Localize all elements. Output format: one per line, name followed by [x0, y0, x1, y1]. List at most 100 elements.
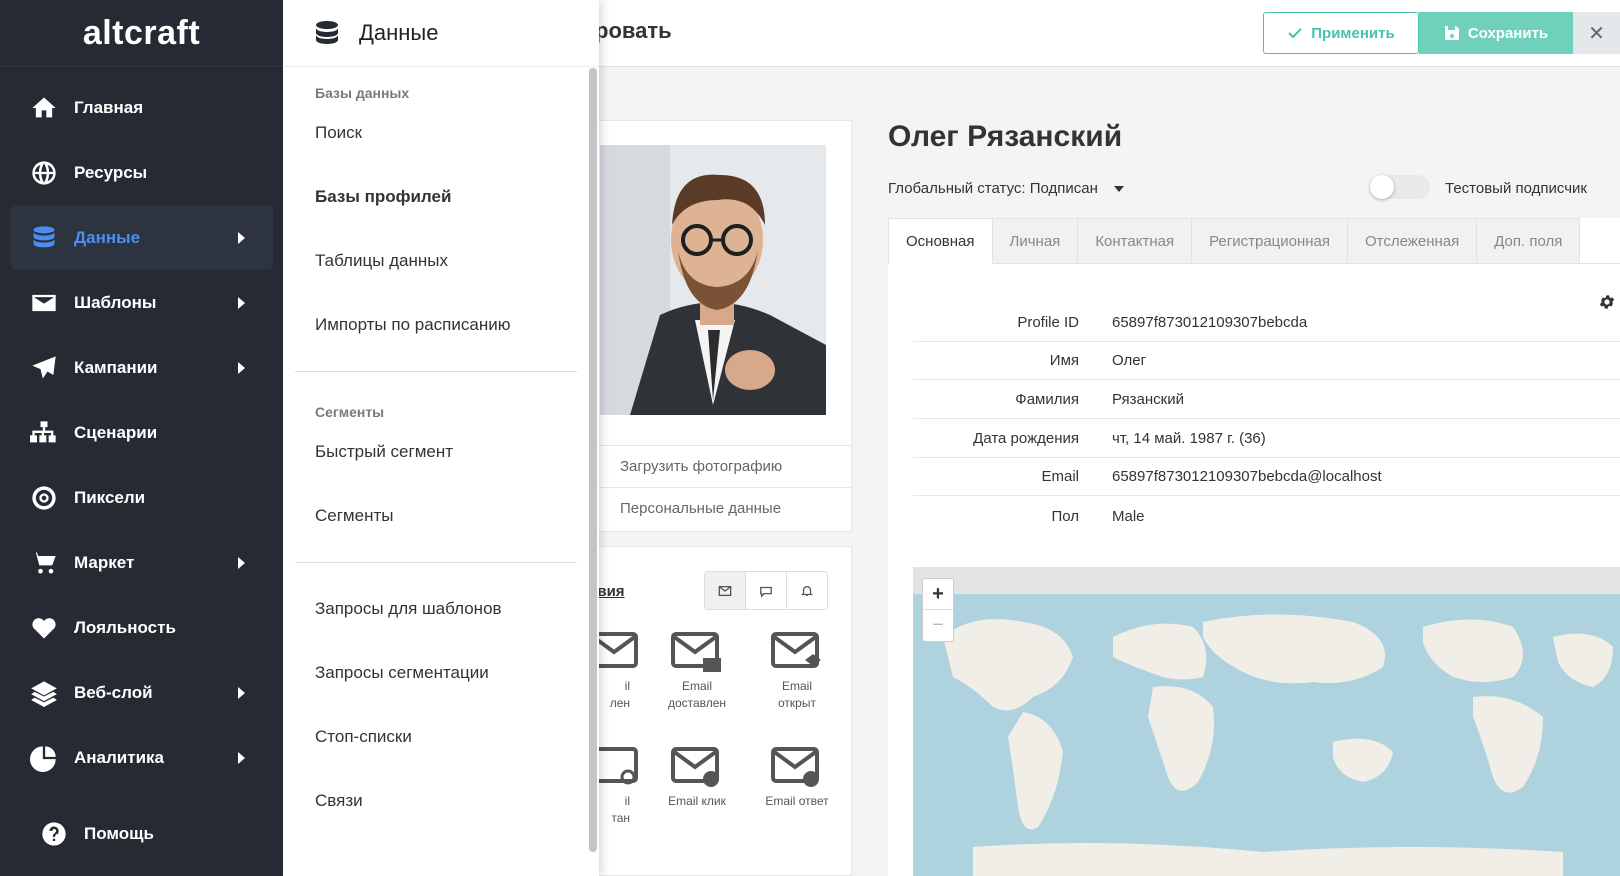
profile-name: Олег Рязанский	[888, 120, 1123, 153]
save-button-label: Сохранить	[1467, 24, 1549, 42]
field-value: чт, 14 май. 1987 г. (36)	[1112, 430, 1266, 447]
personal-data-button[interactable]: Персональные данные	[590, 487, 852, 529]
paper-plane-icon	[30, 354, 58, 382]
chat-bubble-icon	[760, 586, 772, 598]
map-zoom-out-button[interactable]: −	[923, 610, 953, 641]
field-value: Олег	[1112, 352, 1147, 369]
field-row: Profile ID 65897f873012109307bebcda	[913, 304, 1620, 342]
caret-down-icon	[1114, 186, 1125, 193]
sidebar-item-home[interactable]: Главная	[10, 75, 273, 140]
sidebar-item-help[interactable]: Помощь	[20, 801, 154, 866]
global-status-value: Подписан	[1029, 180, 1098, 197]
submenu-item-search[interactable]: Поиск	[283, 101, 599, 165]
event-email-click[interactable]: Email клик	[652, 745, 742, 810]
sidebar-item-analytics[interactable]: Аналитика	[10, 725, 273, 790]
submenu-item-segments[interactable]: Сегменты	[283, 484, 599, 548]
apply-button-label: Применить	[1311, 24, 1395, 42]
bell-icon	[801, 585, 813, 596]
field-key: Фамилия	[1015, 391, 1079, 408]
sidebar-item-market[interactable]: Маркет	[10, 530, 273, 595]
page-title: ровать	[595, 18, 672, 43]
sidebar-item-data[interactable]: Данные	[10, 205, 273, 270]
field-value: 65897f873012109307bebcda@localhost	[1112, 468, 1382, 485]
submenu-item-template-queries[interactable]: Запросы для шаблонов	[283, 577, 599, 641]
event-label-line1: Email	[681, 679, 712, 693]
sidebar-item-resources[interactable]: Ресурсы	[10, 140, 273, 205]
sidebar-item-web-layer[interactable]: Веб-слой	[10, 660, 273, 725]
sidebar-item-scenarios[interactable]: Сценарии	[10, 400, 273, 465]
sidebar: altcraft Главная Ресурсы Данные Шаблоны	[0, 0, 283, 876]
envelope-icon	[30, 289, 58, 317]
sidebar-item-label: Ресурсы	[74, 162, 148, 182]
event-label-line2: доставлен	[667, 696, 727, 710]
envelope-reply-icon	[771, 747, 819, 787]
globe-icon	[30, 159, 58, 187]
sidebar-item-pixels[interactable]: Пиксели	[10, 465, 273, 530]
upload-photo-label: Загрузить фотографию	[620, 458, 783, 475]
event-email-opened[interactable]: Email открыт	[752, 630, 842, 712]
sidebar-item-label: Данные	[74, 227, 141, 247]
test-subscriber-toggle[interactable]	[1370, 175, 1430, 199]
sidebar-item-label: Шаблоны	[74, 292, 157, 312]
event-email-delivered[interactable]: Email доставлен	[652, 630, 742, 712]
tab-sms[interactable]	[746, 572, 787, 609]
help-label: Помощь	[84, 823, 154, 843]
field-value: 65897f873012109307bebcda	[1112, 314, 1308, 331]
cart-icon	[30, 549, 58, 577]
tab-personal[interactable]: Личная	[992, 218, 1079, 264]
sidebar-item-campaigns[interactable]: Кампании	[10, 335, 273, 400]
tab-extra-fields[interactable]: Доп. поля	[1477, 218, 1581, 264]
tab-main[interactable]: Основная	[888, 218, 993, 264]
tab-registration[interactable]: Регистрационная	[1192, 218, 1349, 264]
sidebar-item-label: Аналитика	[74, 747, 164, 767]
field-row: Фамилия Рязанский	[913, 381, 1620, 419]
sidebar-item-label: Главная	[74, 97, 144, 117]
question-circle-icon	[40, 820, 68, 848]
action-channel-tabs	[704, 571, 828, 610]
layers-icon	[30, 679, 58, 707]
map-zoom-in-button[interactable]: +	[923, 579, 953, 610]
sidebar-item-label: Лояльность	[74, 617, 176, 637]
upload-photo-button[interactable]: Загрузить фотографию	[590, 445, 852, 487]
event-label-line1: Email	[781, 679, 812, 693]
submenu-item-scheduled-imports[interactable]: Импорты по расписанию	[283, 293, 599, 357]
map-top-strip	[913, 567, 1620, 594]
world-map[interactable]	[913, 567, 1620, 876]
profile-photo	[600, 145, 826, 415]
sitemap-icon	[30, 419, 58, 447]
envelope-delivered-icon	[671, 632, 721, 672]
sidebar-nav: Главная Ресурсы Данные Шаблоны Кампании	[0, 67, 283, 790]
tab-push[interactable]	[787, 572, 827, 609]
database-icon	[30, 224, 58, 252]
apply-button[interactable]: Применить	[1263, 12, 1419, 54]
submenu-item-quick-segment[interactable]: Быстрый сегмент	[283, 420, 599, 484]
tab-contact[interactable]: Контактная	[1078, 218, 1193, 264]
global-status-label: Глобальный статус:	[888, 180, 1026, 197]
logo[interactable]: altcraft	[0, 0, 283, 67]
sidebar-item-templates[interactable]: Шаблоны	[10, 270, 273, 335]
envelope-open-icon	[771, 632, 821, 668]
submenu-item-data-tables[interactable]: Таблицы данных	[283, 229, 599, 293]
close-button[interactable]: ✕	[1573, 12, 1620, 54]
submenu-divider	[295, 371, 577, 372]
submenu-item-profile-databases[interactable]: Базы профилей	[283, 165, 599, 229]
event-label-line1: Email клик	[668, 794, 726, 808]
tab-email[interactable]	[705, 572, 746, 609]
sidebar-item-loyalty[interactable]: Лояльность	[10, 595, 273, 660]
event-label-line1: Email ответ	[765, 794, 829, 808]
save-button[interactable]: Сохранить	[1419, 12, 1573, 54]
submenu-item-relations[interactable]: Связи	[283, 769, 599, 833]
app-root: altcraft Главная Ресурсы Данные Шаблоны	[0, 0, 1620, 876]
event-email-reply[interactable]: Email ответ	[752, 745, 842, 810]
field-key: Имя	[1049, 352, 1079, 369]
submenu-title: Данные	[359, 20, 439, 45]
field-row: Пол Male	[913, 497, 1620, 535]
envelope-click-icon	[671, 747, 719, 787]
submenu-item-segmentation-queries[interactable]: Запросы сегментации	[283, 641, 599, 705]
tab-tracked[interactable]: Отслеженная	[1348, 218, 1478, 264]
field-value: Рязанский	[1112, 391, 1184, 408]
field-key: Дата рождения	[973, 430, 1079, 447]
global-status[interactable]: Глобальный статус: Подписан	[888, 180, 1125, 197]
submenu-item-stop-lists[interactable]: Стоп-списки	[283, 705, 599, 769]
submenu-scrollbar[interactable]	[589, 68, 597, 852]
